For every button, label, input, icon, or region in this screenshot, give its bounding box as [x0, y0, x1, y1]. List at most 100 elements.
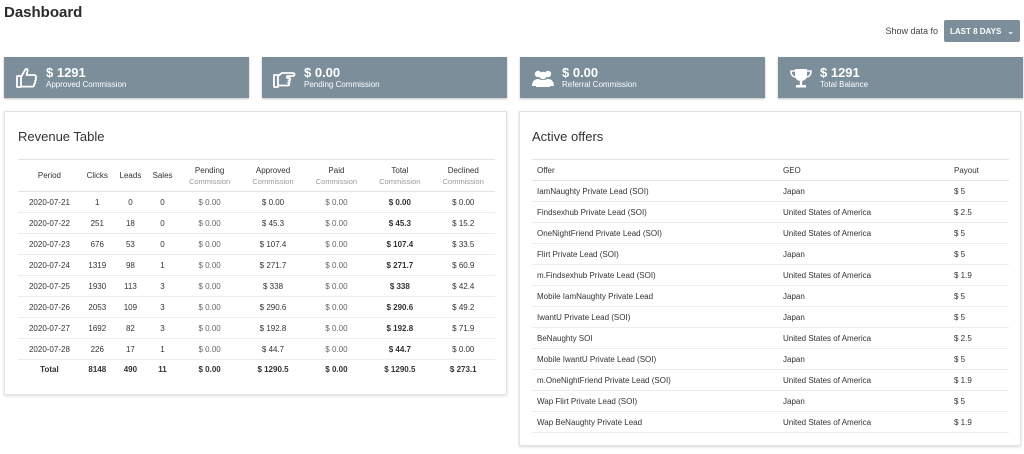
offer-geo: Japan	[778, 306, 949, 328]
offer-geo: Japan	[778, 348, 949, 370]
table-cell: $ 192.8	[368, 317, 432, 339]
column-header: Approved Commission	[241, 159, 305, 192]
table-row: 2020-07-22 251 18 0 $ 0.00 $ 45.3 $ 0.00 $ 45.3…	[18, 212, 495, 234]
table-cell: 82	[113, 317, 148, 339]
table-row[interactable]: Wap BeNaughty Private Lead United States …	[532, 411, 1009, 433]
offer-geo: United States of America	[778, 411, 949, 433]
table-row[interactable]: IwantU Private Lead (SOI) Japan $ 5	[532, 306, 1009, 328]
table-cell: 251	[80, 212, 114, 234]
page-title: Dashboard	[4, 4, 83, 21]
column-header-sublabel: Commission	[252, 176, 294, 186]
table-cell: $ 192.8	[241, 317, 305, 339]
column-header: Period	[18, 159, 81, 192]
table-cell: $ 44.7	[368, 338, 432, 360]
revenue-card: Revenue Table Period Clicks Leads Sales Pend…	[4, 111, 507, 395]
table-cell: $ 49.2	[431, 296, 495, 318]
offer-payout: $ 1.9	[949, 264, 1009, 286]
offer-name: Mobile IamNaughty Private Lead	[532, 285, 778, 307]
table-row[interactable]: Wap Flirt Private Lead (SOI) Japan $ 5	[532, 390, 1009, 412]
table-cell: $ 107.4	[241, 233, 305, 255]
table-cell: $ 0.00	[431, 191, 495, 213]
table-row[interactable]: OneNightFriend Private Lead (SOI) United …	[532, 222, 1009, 244]
table-cell: 3	[147, 296, 178, 318]
offer-payout: $ 5	[949, 390, 1009, 412]
stats-row: $ 1291 Approved Commission $ 0.00 Pendin…	[4, 57, 1023, 98]
stat-value: $ 1291	[46, 65, 86, 80]
stat-label: Approved Commission	[46, 80, 127, 89]
column-header: Pending Commission	[177, 159, 242, 192]
table-row[interactable]: Mobile IamNaughty Private Lead Japan $ 5	[532, 285, 1009, 307]
table-cell: 113	[113, 275, 148, 297]
table-header-row: Period Clicks Leads Sales Pending Commission A…	[18, 159, 495, 192]
table-row[interactable]: Flirt Private Lead (SOI) Japan $ 5	[532, 243, 1009, 265]
stat-value: $ 0.00	[304, 65, 341, 80]
total-cell: 490	[113, 359, 148, 380]
table-cell: $ 33.5	[431, 233, 495, 255]
column-header-label: Period	[37, 171, 61, 180]
offer-payout: $ 5	[949, 222, 1009, 244]
table-row[interactable]: BeNaughty SOI United States of America $ 2…	[532, 327, 1009, 349]
table-cell: $ 0.00	[304, 338, 369, 360]
table-cell: 18	[113, 212, 148, 234]
date-range-dropdown[interactable]: LAST 8 DAYS ⌄	[944, 20, 1020, 42]
table-cell: 1	[147, 338, 178, 360]
offer-name: m.OneNightFriend Private Lead (SOI)	[532, 369, 778, 391]
offer-geo: United States of America	[778, 327, 949, 349]
table-cell: 98	[113, 254, 148, 276]
total-cell: 8148	[80, 359, 114, 380]
total-cell: $ 1290.5	[368, 359, 432, 380]
table-row: 2020-07-24 1319 98 1 $ 0.00 $ 271.7 $ 0.00 $ 27…	[18, 254, 495, 276]
offer-geo: United States of America	[778, 369, 949, 391]
offer-payout: $ 1.9	[949, 411, 1009, 433]
table-cell: $ 0.00	[177, 296, 242, 318]
table-cell: $ 45.3	[368, 212, 432, 234]
table-cell: $ 0.00	[177, 212, 242, 234]
table-row[interactable]: m.Findsexhub Private Lead (SOI) United St…	[532, 264, 1009, 286]
table-header-row: Offer GEO Payout	[532, 159, 1009, 181]
filter-label: Show data fo	[885, 26, 938, 36]
chevron-down-icon: ⌄	[1007, 26, 1014, 36]
table-cell: $ 60.9	[431, 254, 495, 276]
table-cell: 2020-07-22	[18, 212, 81, 234]
offer-name: Mobile IwantU Private Lead (SOI)	[532, 348, 778, 370]
column-header-label: Leads	[119, 171, 142, 180]
column-header-offer: Offer	[532, 159, 778, 181]
total-cell: $ 0.00	[177, 359, 242, 380]
table-cell: 226	[80, 338, 114, 360]
table-cell: 0	[147, 233, 178, 255]
column-header-label: Sales	[152, 171, 173, 180]
table-cell: 2053	[80, 296, 114, 318]
offer-payout: $ 5	[949, 180, 1009, 202]
offer-geo: Japan	[778, 243, 949, 265]
offer-payout: $ 5	[949, 348, 1009, 370]
table-cell: $ 0.00	[368, 191, 432, 213]
stat-label: Total Balance	[820, 80, 869, 89]
table-cell: 3	[147, 275, 178, 297]
stat-label: Pending Commission	[304, 80, 380, 89]
column-header-payout: Payout	[949, 159, 1009, 181]
table-cell: $ 271.7	[368, 254, 432, 276]
table-cell: $ 0.00	[304, 191, 369, 213]
table-row[interactable]: m.OneNightFriend Private Lead (SOI) Unite…	[532, 369, 1009, 391]
revenue-table: Period Clicks Leads Sales Pending Commission A…	[18, 159, 495, 380]
stat-total-balance: $ 1291 Total Balance	[778, 57, 1023, 98]
table-cell: $ 0.00	[177, 191, 242, 213]
table-row[interactable]: IamNaughty Private Lead (SOI) Japan $ 5	[532, 180, 1009, 202]
table-row: 2020-07-21 1 0 0 $ 0.00 $ 0.00 $ 0.00 $ 0.00 $ 0…	[18, 191, 495, 213]
column-header: Paid Commission	[304, 159, 369, 192]
table-cell: 2020-07-24	[18, 254, 81, 276]
total-cell: 11	[147, 359, 178, 380]
column-header-sublabel: Commission	[442, 176, 484, 186]
table-cell: $ 0.00	[304, 275, 369, 297]
table-cell: $ 44.7	[241, 338, 305, 360]
offer-payout: $ 5	[949, 285, 1009, 307]
offer-geo: United States of America	[778, 201, 949, 223]
column-header: Declined Commission	[431, 159, 495, 192]
table-row: 2020-07-27 1692 82 3 $ 0.00 $ 192.8 $ 0.00 $ 19…	[18, 317, 495, 339]
total-cell: $ 273.1	[431, 359, 495, 380]
table-row[interactable]: Findsexhub Private Lead (SOI) United Stat…	[532, 201, 1009, 223]
table-cell: $ 45.3	[241, 212, 305, 234]
table-cell: $ 0.00	[177, 338, 242, 360]
table-row[interactable]: Mobile IwantU Private Lead (SOI) Japan $ 5	[532, 348, 1009, 370]
stat-referral-commission: $ 0.00 Referral Commission	[520, 57, 765, 98]
